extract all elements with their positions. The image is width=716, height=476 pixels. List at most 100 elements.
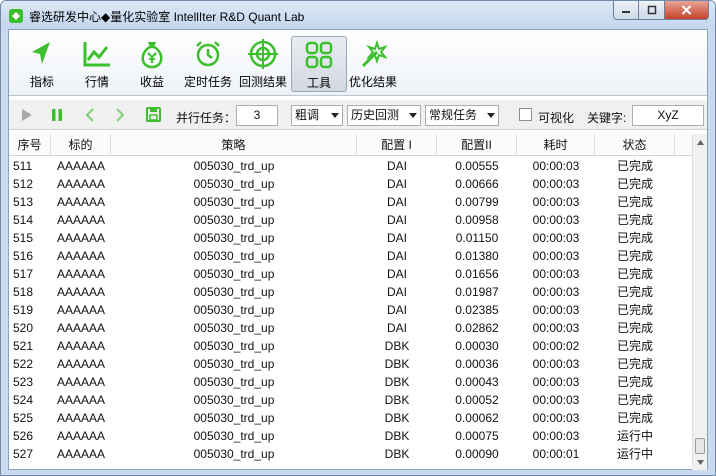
column-header-elapsed[interactable]: 耗时 bbox=[517, 134, 595, 156]
save-icon[interactable] bbox=[146, 107, 161, 122]
cell-config-2: 0.01380 bbox=[455, 249, 499, 263]
magic-wand-icon bbox=[361, 39, 388, 68]
cell-config-1: DAI bbox=[386, 285, 407, 299]
cell-config-2: 0.01656 bbox=[455, 267, 499, 281]
table-row[interactable]: 522 AAAAAA 005030_trd_up DBK 0.00036 00:00:03… bbox=[9, 355, 692, 373]
chevron-down-icon bbox=[697, 459, 704, 465]
toolbar-label: 指标 bbox=[29, 75, 54, 89]
table-row[interactable]: 520 AAAAAA 005030_trd_up DAI 0.02862 00:00:03… bbox=[9, 319, 692, 337]
cell-symbol: AAAAAA bbox=[56, 159, 106, 173]
scroll-down-button[interactable] bbox=[693, 454, 707, 470]
table-row[interactable]: 514 AAAAAA 005030_trd_up DAI 0.00958 00:00:03… bbox=[9, 211, 692, 229]
scrollbar-thumb[interactable] bbox=[695, 438, 705, 454]
cell-config-1: DBK bbox=[384, 357, 410, 371]
pause-icon[interactable] bbox=[51, 108, 63, 122]
table-row[interactable]: 524 AAAAAA 005030_trd_up DBK 0.00052 00:00:03… bbox=[9, 391, 692, 409]
cell-status: 已完成 bbox=[616, 195, 653, 209]
cell-status: 已完成 bbox=[616, 339, 653, 353]
table-row[interactable]: 519 AAAAAA 005030_trd_up DAI 0.02385 00:00:03… bbox=[9, 301, 692, 319]
cursor-arrow-icon bbox=[32, 42, 50, 64]
cell-config-2: 0.01987 bbox=[455, 285, 499, 299]
task-type-select[interactable]: 常规任务 bbox=[425, 105, 499, 126]
close-button[interactable] bbox=[665, 1, 709, 20]
table-row[interactable]: 523 AAAAAA 005030_trd_up DBK 0.00043 00:00:03… bbox=[9, 373, 692, 391]
cell-index: 520 bbox=[13, 321, 34, 335]
toolbar-button-optimization-results[interactable]: 优化结果 bbox=[345, 36, 401, 92]
toolbar-button-market[interactable]: 行情 bbox=[69, 36, 125, 92]
previous-icon[interactable] bbox=[85, 108, 95, 122]
table-row[interactable]: 511 AAAAAA 005030_trd_up DAI 0.00555 00:00:03… bbox=[9, 157, 692, 175]
table-row[interactable]: 513 AAAAAA 005030_trd_up DAI 0.00799 00:00:03… bbox=[9, 193, 692, 211]
cell-config-1: DBK bbox=[384, 393, 410, 407]
cell-config-1: DBK bbox=[384, 375, 410, 389]
toolbar-button-scheduled-tasks[interactable]: 定时任务 bbox=[180, 36, 236, 92]
toolbar-label: 工具 bbox=[306, 76, 331, 90]
cell-status: 已完成 bbox=[616, 321, 653, 335]
toolbar-button-backtest-results[interactable]: 回测结果 bbox=[235, 36, 291, 92]
column-header-strategy[interactable]: 策略 bbox=[111, 134, 357, 156]
cell-symbol: AAAAAA bbox=[56, 249, 106, 263]
column-header-symbol[interactable]: 标的 bbox=[51, 134, 111, 156]
cell-config-2: 0.00799 bbox=[455, 195, 499, 209]
cell-symbol: AAAAAA bbox=[56, 375, 106, 389]
maximize-button[interactable] bbox=[639, 1, 665, 20]
cell-status: 已完成 bbox=[616, 231, 653, 245]
table-row[interactable]: 518 AAAAAA 005030_trd_up DAI 0.01987 00:00:03… bbox=[9, 283, 692, 301]
cell-symbol: AAAAAA bbox=[56, 285, 106, 299]
cell-status: 已完成 bbox=[616, 285, 653, 299]
play-icon[interactable] bbox=[21, 108, 33, 122]
table-row[interactable]: 521 AAAAAA 005030_trd_up DBK 0.00030 00:00:02… bbox=[9, 337, 692, 355]
cell-status: 运行中 bbox=[616, 447, 653, 461]
visualize-checkbox[interactable] bbox=[519, 108, 532, 121]
toolbar-button-returns[interactable]: 收益 bbox=[124, 36, 180, 92]
vertical-scrollbar[interactable] bbox=[692, 134, 707, 470]
line-chart-icon bbox=[83, 42, 110, 67]
table-row[interactable]: 517 AAAAAA 005030_trd_up DAI 0.01656 00:00:03… bbox=[9, 265, 692, 283]
window-title: 睿选研发中心◆量化实验室 IntellIter R&D Quant Lab bbox=[29, 10, 305, 24]
column-header-config-1[interactable]: 配置 I bbox=[357, 134, 437, 156]
table-row[interactable]: 525 AAAAAA 005030_trd_up DBK 0.00062 00:00:03… bbox=[9, 409, 692, 427]
parallel-tasks-input[interactable]: 3 bbox=[236, 105, 278, 126]
keyword-input[interactable]: XyZ bbox=[632, 105, 704, 126]
cell-strategy: 005030_trd_up bbox=[193, 411, 275, 425]
cell-strategy: 005030_trd_up bbox=[193, 213, 275, 227]
cell-config-2: 0.02385 bbox=[455, 303, 499, 317]
cell-elapsed: 00:00:03 bbox=[532, 159, 580, 173]
chevron-down-icon bbox=[409, 113, 417, 118]
mode-select[interactable]: 粗调 bbox=[291, 105, 343, 126]
toolbar-button-tools[interactable]: 工具 bbox=[291, 36, 347, 92]
cell-elapsed: 00:00:03 bbox=[532, 267, 580, 281]
cell-strategy: 005030_trd_up bbox=[193, 357, 275, 371]
cell-elapsed: 00:00:03 bbox=[532, 249, 580, 263]
source-select-value: 历史回测 bbox=[351, 108, 400, 122]
column-header-config-2[interactable]: 配置II bbox=[437, 134, 517, 156]
table-row[interactable]: 527 AAAAAA 005030_trd_up DBK 0.00090 00:00:01… bbox=[9, 445, 692, 463]
cell-strategy: 005030_trd_up bbox=[193, 429, 275, 443]
app-window: 睿选研发中心◆量化实验室 IntellIter R&D Quant Lab 指标 bbox=[0, 0, 716, 476]
cell-index: 511 bbox=[13, 159, 33, 173]
toolbar-button-indicators[interactable]: 指标 bbox=[14, 36, 70, 92]
cell-symbol: AAAAAA bbox=[56, 303, 106, 317]
table-body: 511 AAAAAA 005030_trd_up DAI 0.00555 00:00:03… bbox=[9, 157, 692, 463]
cell-symbol: AAAAAA bbox=[56, 429, 106, 443]
column-header-status[interactable]: 状态 bbox=[595, 134, 675, 156]
toolbar-label: 定时任务 bbox=[183, 75, 232, 89]
column-header-index[interactable]: 序号 bbox=[9, 134, 51, 156]
cell-elapsed: 00:00:02 bbox=[532, 339, 580, 353]
scroll-up-button[interactable] bbox=[693, 134, 707, 150]
table-row[interactable]: 515 AAAAAA 005030_trd_up DAI 0.01150 00:00:03… bbox=[9, 229, 692, 247]
minimize-button[interactable] bbox=[613, 1, 639, 20]
table-row[interactable]: 516 AAAAAA 005030_trd_up DAI 0.01380 00:00:03… bbox=[9, 247, 692, 265]
cell-strategy: 005030_trd_up bbox=[193, 159, 275, 173]
table-row[interactable]: 512 AAAAAA 005030_trd_up DAI 0.00666 00:00:03… bbox=[9, 175, 692, 193]
source-select[interactable]: 历史回测 bbox=[347, 105, 421, 126]
task-type-select-value: 常规任务 bbox=[429, 108, 478, 122]
next-icon[interactable] bbox=[115, 108, 125, 122]
cell-strategy: 005030_trd_up bbox=[193, 195, 275, 209]
cell-strategy: 005030_trd_up bbox=[193, 375, 275, 389]
toolbar-label: 回测结果 bbox=[238, 75, 287, 89]
title-bar[interactable]: 睿选研发中心◆量化实验室 IntellIter R&D Quant Lab bbox=[1, 1, 715, 29]
parallel-tasks-label: 并行任务： bbox=[176, 111, 237, 125]
table-row[interactable]: 526 AAAAAA 005030_trd_up DBK 0.00075 00:00:03… bbox=[9, 427, 692, 445]
cell-config-2: 0.00036 bbox=[455, 357, 499, 371]
